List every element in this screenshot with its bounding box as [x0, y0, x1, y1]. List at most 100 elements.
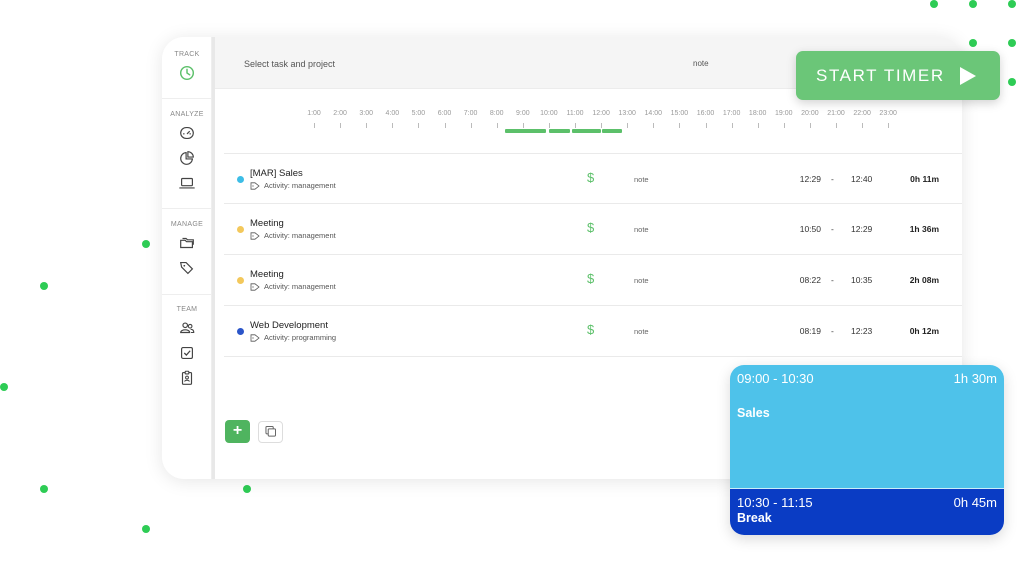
team-icon[interactable]: [178, 319, 196, 337]
entry-start-time[interactable]: 12:29: [791, 174, 821, 184]
timeline-hour-label: 12:00: [592, 110, 610, 117]
checkbox-icon[interactable]: [178, 344, 196, 362]
tag-icon: [250, 333, 260, 342]
timeline-hour-label: 5:00: [411, 110, 426, 117]
time-entry-row[interactable]: Meeting Activity: management $ note 08:2…: [224, 255, 962, 306]
play-icon: [960, 67, 976, 85]
project-color-dot: [237, 277, 244, 284]
entry-start-time[interactable]: 10:50: [791, 224, 821, 234]
entry-start-time[interactable]: 08:19: [791, 326, 821, 336]
timeline-tick: [888, 123, 890, 128]
timeline-tick: [418, 123, 420, 128]
entry-note[interactable]: note: [634, 327, 649, 336]
block-duration: 0h 45m: [953, 495, 997, 510]
calendar-block-sales[interactable]: 09:00 - 10:30 1h 30m Sales: [730, 365, 1004, 489]
timeline-hour-label: 6:00: [437, 110, 452, 117]
entry-note[interactable]: note: [634, 225, 649, 234]
entry-end-time[interactable]: 12:40: [851, 174, 872, 184]
entry-start-time[interactable]: 08:22: [791, 275, 821, 285]
calendar-block-card: 09:00 - 10:30 1h 30m Sales 10:30 - 11:15…: [730, 365, 1004, 535]
entry-end-time[interactable]: 12:23: [851, 326, 872, 336]
time-separator: -: [831, 224, 834, 234]
billable-toggle[interactable]: $: [587, 271, 594, 286]
decor-dot: [40, 282, 48, 290]
note-input[interactable]: note: [693, 59, 709, 68]
timeline-hour-label: 23:00: [879, 110, 897, 117]
timeline-hour-label: 8:00: [489, 110, 504, 117]
pie-chart-icon[interactable]: [178, 149, 196, 167]
project-color-dot: [237, 328, 244, 335]
timeline-tick: [653, 123, 655, 128]
timeline-hour-label: 3:00: [359, 110, 373, 117]
timeline-tick: [836, 123, 837, 128]
timeline-hour-label: 22:00: [853, 110, 871, 117]
timeline-tick: [705, 123, 707, 128]
day-timeline: 1:00 2:00 3:00 4:00 5:00 6:00 7:00 8:00 9:00 10:0…: [215, 97, 962, 137]
entry-title[interactable]: Meeting: [250, 218, 284, 229]
timeline-hour-label: 10:00: [540, 110, 558, 117]
entry-activity-label: Activity: management: [264, 231, 336, 240]
entry-title[interactable]: Web Development: [250, 320, 328, 331]
timeline-tracked-bar: [602, 129, 622, 133]
calendar-block-break[interactable]: 10:30 - 11:15 0h 45m Break: [730, 489, 1004, 535]
timeline-tick: [470, 123, 472, 128]
billable-toggle[interactable]: $: [587, 220, 594, 235]
project-color-dot: [237, 176, 244, 183]
time-entries-list: [MAR] Sales Activity: management $ note …: [224, 153, 962, 357]
tags-icon[interactable]: [178, 259, 196, 277]
entry-end-time[interactable]: 12:29: [851, 224, 872, 234]
billable-toggle[interactable]: $: [587, 170, 594, 185]
entry-end-time[interactable]: 10:35: [851, 275, 872, 285]
timeline-tick: [601, 123, 603, 128]
time-entry-row[interactable]: [MAR] Sales Activity: management $ note …: [224, 153, 962, 204]
timeline-hour-label: 18:00: [748, 110, 767, 117]
clipboard-icon[interactable]: [178, 369, 196, 387]
entry-title[interactable]: [MAR] Sales: [250, 168, 303, 179]
timeline-tick: [731, 123, 733, 128]
folders-icon[interactable]: [178, 234, 196, 252]
copy-icon: [265, 426, 276, 437]
block-duration: 1h 30m: [953, 371, 997, 386]
timeline-hour-label: 20:00: [801, 110, 819, 117]
decor-dot: [0, 383, 8, 391]
entry-activity-label: Activity: programming: [264, 333, 337, 342]
entry-activity: Activity: management: [250, 282, 336, 291]
timeline-hour-label: 14:00: [644, 110, 663, 117]
timeline-hour-label: 7:00: [463, 110, 478, 117]
task-project-select[interactable]: Select task and project: [244, 59, 335, 69]
timeline-tick: [548, 123, 550, 128]
sidebar-section-analyze: ANALYZE: [162, 111, 212, 199]
entry-duration: 2h 08m: [909, 275, 939, 285]
timeline-tick: [496, 123, 498, 128]
sidebar-section-manage: MANAGE: [162, 221, 212, 284]
timeline-tick: [314, 123, 315, 128]
block-time-range: 09:00 - 10:30: [737, 371, 814, 386]
timeline-tracked-bar: [548, 129, 570, 133]
timeline-tracked-bar: [572, 129, 602, 133]
sidebar: TRACK ANALYZE MANAGE TEAM: [162, 37, 212, 479]
timeline-tick: [862, 123, 864, 128]
decor-dot: [930, 0, 938, 8]
timeline-tracked-bar: [504, 129, 547, 133]
entry-title[interactable]: Meeting: [250, 269, 284, 280]
clock-icon[interactable]: [178, 64, 196, 82]
timeline-tick: [522, 123, 524, 128]
laptop-icon[interactable]: [178, 174, 196, 192]
timeline-tick: [783, 123, 785, 128]
start-timer-button[interactable]: START TIMER: [796, 51, 1000, 100]
time-entry-row[interactable]: Web Development Activity: programming $ …: [224, 306, 962, 357]
entry-note[interactable]: note: [634, 175, 649, 184]
block-time-range: 10:30 - 11:15: [737, 495, 813, 510]
timeline-tick: [809, 123, 811, 128]
timeline-hour-label: 9:00: [515, 110, 530, 117]
copy-button[interactable]: [258, 421, 283, 443]
billable-toggle[interactable]: $: [587, 322, 594, 337]
entry-note[interactable]: note: [634, 276, 649, 285]
time-entry-row[interactable]: Meeting Activity: management $ note 10:5…: [224, 204, 962, 255]
dashboard-icon[interactable]: [178, 124, 196, 142]
add-entry-button[interactable]: +: [225, 420, 250, 443]
decor-dot: [969, 0, 977, 8]
decor-dot: [969, 39, 977, 47]
entry-duration: 0h 12m: [909, 326, 939, 336]
block-title: Break: [737, 511, 772, 525]
